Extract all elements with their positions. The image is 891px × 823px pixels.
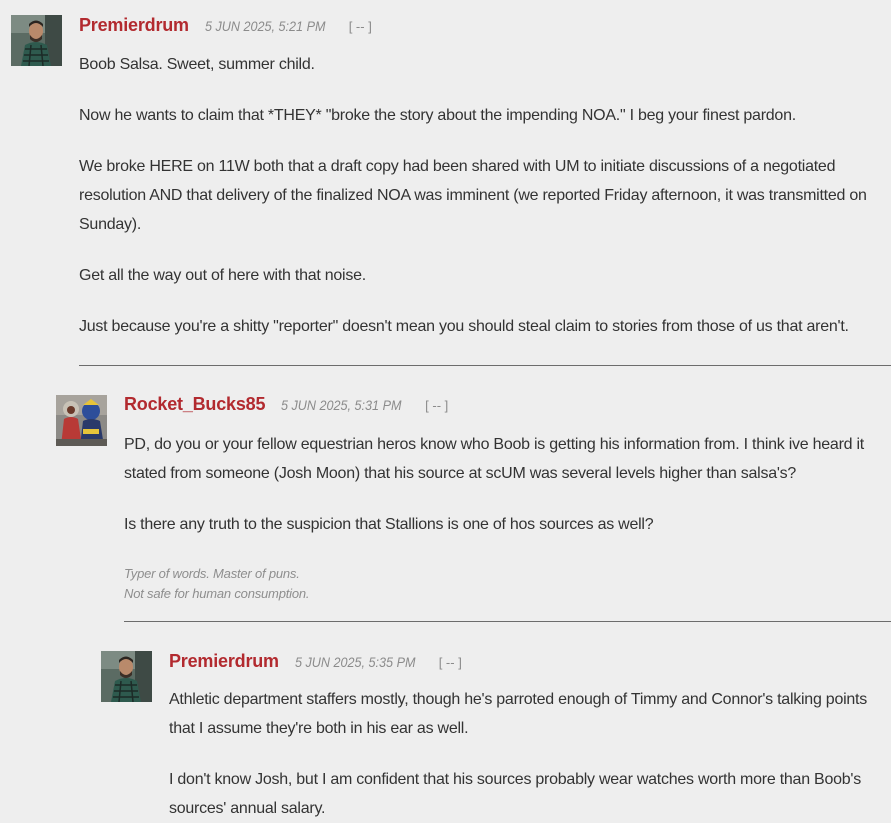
comment-paragraph: I don't know Josh, but I am confident th… [169,771,861,817]
comment-date: 5 JUN 2025, 5:21 PM [204,18,326,34]
collapse-toggle[interactable]: [ -- ] [439,655,462,670]
comment-paragraph: Is there any truth to the suspicion that… [124,516,654,533]
comment-author[interactable]: Premierdrum [79,15,189,36]
comment-paragraph: We broke HERE on 11W both that a draft c… [79,158,867,233]
comment-divider [124,621,891,622]
comment-paragraph: Boob Salsa. Sweet, summer child. [79,56,315,73]
signature: Typer of words. Master of puns. Not safe… [124,564,891,604]
comment-paragraph: Athletic department staffers mostly, tho… [169,691,867,737]
signature-line: Typer of words. Master of puns. [124,566,300,581]
comment-author[interactable]: Rocket_Bucks85 [124,394,265,415]
comment-meta: Rocket_Bucks85 5 JUN 2025, 5:31 PM [ -- … [124,394,891,416]
comment-paragraph: Now he wants to claim that *THEY* "broke… [79,107,796,124]
comment-paragraph: Just because you're a shitty "reporter" … [79,318,849,335]
comment-date: 5 JUN 2025, 5:31 PM [281,397,402,413]
avatar[interactable] [11,15,62,66]
avatar[interactable] [56,395,107,446]
collapse-toggle[interactable]: [ -- ] [349,19,372,34]
comment-paragraph: Get all the way out of here with that no… [79,267,366,284]
comment-meta: Premierdrum 5 JUN 2025, 5:21 PM [ -- ] [79,15,891,37]
comment-body: Premierdrum 5 JUN 2025, 5:35 PM [ -- ] A… [169,651,891,823]
comment-author[interactable]: Premierdrum [169,651,279,672]
comment-body: Premierdrum 5 JUN 2025, 5:21 PM [ -- ] B… [79,15,891,341]
comment-date: 5 JUN 2025, 5:35 PM [294,654,416,670]
comment-body: Rocket_Bucks85 5 JUN 2025, 5:31 PM [ -- … [124,394,891,604]
comment-divider [79,365,891,366]
comment-paragraph: PD, do you or your fellow equestrian her… [124,436,864,482]
collapse-toggle[interactable]: [ -- ] [425,398,448,413]
signature-line: Not safe for human consumption. [124,586,310,601]
comment-meta: Premierdrum 5 JUN 2025, 5:35 PM [ -- ] [169,651,891,673]
avatar[interactable] [101,651,152,702]
